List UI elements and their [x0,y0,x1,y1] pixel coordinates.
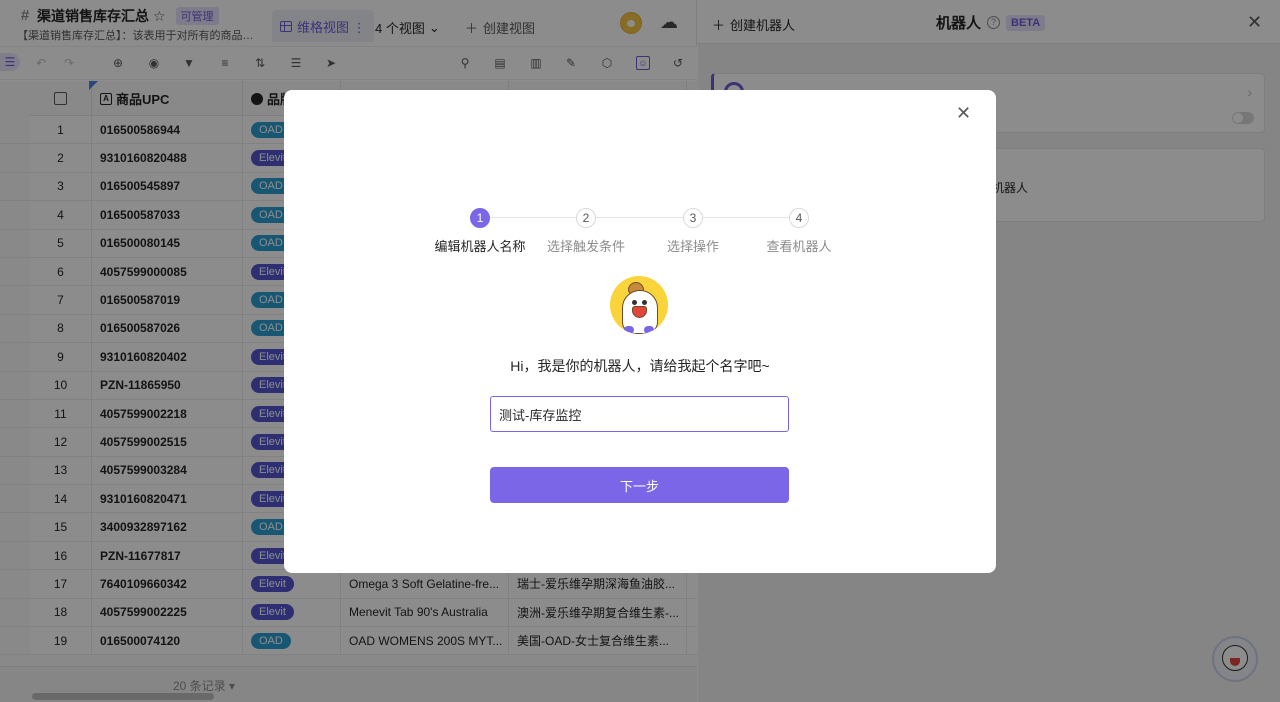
mascot-eye [642,300,647,305]
create-robot-modal: ✕ 1 编辑机器人名称 2 选择触发条件 3 选择操作 4 查看机器人 Hi，我… [284,90,996,573]
mascot-eye [632,300,637,305]
greeting-text: Hi，我是你的机器人，请给我起个名字吧~ [510,358,770,374]
step-label: 查看机器人 [766,239,832,254]
next-step-button[interactable]: 下一步 [490,467,789,503]
robot-mascot [610,276,668,334]
step-number: 4 [789,208,809,228]
step-number: 2 [576,208,596,228]
mascot-foot [644,326,654,334]
stepper: 1 编辑机器人名称 2 选择触发条件 3 选择操作 4 查看机器人 [284,208,996,258]
step-number: 1 [470,208,490,228]
mascot-foot [624,326,634,334]
close-icon[interactable]: ✕ [956,104,971,122]
step-3: 3 选择操作 [638,208,748,255]
step-label: 选择操作 [666,239,719,254]
step-label: 选择触发条件 [546,239,625,254]
step-number: 3 [683,208,703,228]
step-1: 1 编辑机器人名称 [425,208,535,255]
step-label: 编辑机器人名称 [434,239,526,254]
step-2: 2 选择触发条件 [531,208,641,255]
robot-name-input[interactable] [490,396,789,432]
step-4: 4 查看机器人 [744,208,854,255]
